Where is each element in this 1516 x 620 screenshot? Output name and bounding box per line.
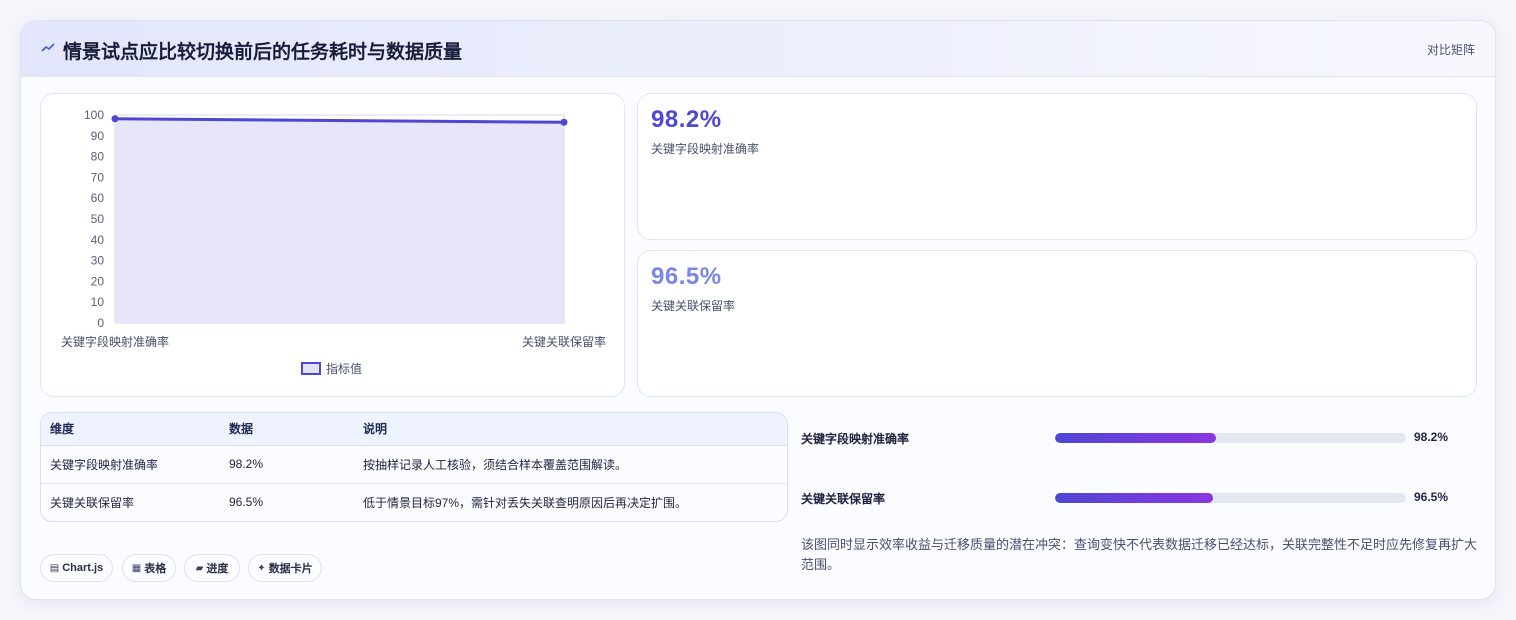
pill-label: 数据卡片 [268,563,313,575]
y-tick-label: 20 [91,274,105,288]
chart-icon: ▤ [49,562,60,574]
series-area [115,118,564,323]
insight-note: 该图同时显示效率收益与迁移质量的潜在冲突：查询变快不代表数据迁移已经达标，关联完… [801,537,1478,572]
column-header: 维度 [41,413,220,446]
table-cell: 98.2% [220,445,354,484]
table-header-row: 维度 数据 说明 [41,413,787,446]
stat-value: 98.2% [651,106,722,133]
trend-icon [41,43,55,52]
table-cell: 关键字段映射准确率 [41,445,220,484]
y-tick-label: 70 [91,170,105,184]
y-tick-label: 60 [91,191,105,205]
y-tick-label: 0 [97,316,104,330]
legend-label: 指标值 [326,361,362,376]
table-cell: 按抽样记录人工核验，须结合样本覆盖范围解读。 [354,445,787,484]
progress-label: 关键字段映射准确率 [801,432,910,446]
pill-data-card[interactable]: ✦ 数据卡片 [248,554,322,582]
progress-value: 96.5% [1414,490,1449,504]
table-row: 关键关联保留率 96.5% 低于情景目标97%，需针对丢失关联查明原因后再决定扩… [41,483,787,521]
progress-row-mapping: 关键字段映射准确率 98.2% [801,427,1481,447]
y-tick-label: 90 [91,129,105,143]
y-tick-label: 100 [84,108,104,122]
stat-value: 96.5% [651,263,722,290]
card-header: 情景试点应比较切换前后的任务耗时与数据质量 对比矩阵 [21,21,1495,77]
legend-swatch [301,362,321,375]
data-point [111,115,119,123]
progress-row-relation: 关键关联保留率 96.5% [801,487,1481,507]
stat-label: 关键字段映射准确率 [651,142,760,156]
table-cell: 96.5% [229,495,264,510]
stat-card-relation: 96.5% 关键关联保留率 [637,250,1477,397]
page-title: 情景试点应比较切换前后的任务耗时与数据质量 [63,42,463,63]
pill-chartjs[interactable]: ▤ Chart.js [40,554,113,582]
progress-track [1055,433,1406,443]
y-tick-label: 10 [91,295,105,309]
table-icon: ▦ [131,562,142,574]
stat-card-mapping: 98.2% 关键字段映射准确率 [637,93,1477,240]
sparkle-icon: ✦ [257,562,266,574]
progress-fill [1055,433,1217,443]
table-cell: 低于情景目标97%，需针对丢失关联查明原因后再决定扩围。 [363,495,688,510]
progress-track [1055,493,1406,503]
pill-label: 表格 [144,563,167,575]
y-tick-label: 40 [91,233,105,247]
column-header: 数据 [220,413,354,446]
progress-fill [1055,493,1213,503]
pill-progress[interactable]: ▰ 进度 [184,554,240,582]
pill-label: Chart.js [62,562,104,574]
x-tick-label: 关键字段映射准确率 [61,334,169,349]
y-tick-label: 30 [91,254,105,268]
pill-label: 进度 [206,563,229,575]
stat-label: 关键关联保留率 [651,299,736,313]
y-tick-label: 50 [91,212,105,226]
progress-value: 98.2% [1414,430,1449,444]
data-point [560,118,568,126]
progress-label: 关键关联保留率 [801,492,886,506]
pill-table[interactable]: ▦ 表格 [122,554,176,582]
x-tick-label: 关键关联保留率 [522,334,606,349]
data-table: 维度 数据 说明 关键字段映射准确率 98.2% 按抽样记录人工核验，须结合样本… [40,412,788,522]
line-chart-panel: 0 10 20 30 40 50 60 70 80 90 100 关键字段映射准确率 关键关联保留率指标… [40,93,625,397]
y-tick-label: 80 [91,150,105,164]
line-chart: 0 10 20 30 40 50 60 70 80 90 100 关键字段映射准确率 关键关联保留率指标… [61,108,606,376]
progress-icon: ▰ [195,562,204,574]
view-tag[interactable]: 对比矩阵 [1427,41,1475,58]
comparison-card: 情景试点应比较切换前后的任务耗时与数据质量 对比矩阵 0 10 20 30 40 50 60… [20,20,1496,600]
column-header: 说明 [354,413,787,446]
table-row: 关键字段映射准确率 98.2% 按抽样记录人工核验，须结合样本覆盖范围解读。 [41,445,787,484]
table-cell: 关键关联保留率 [50,495,135,510]
